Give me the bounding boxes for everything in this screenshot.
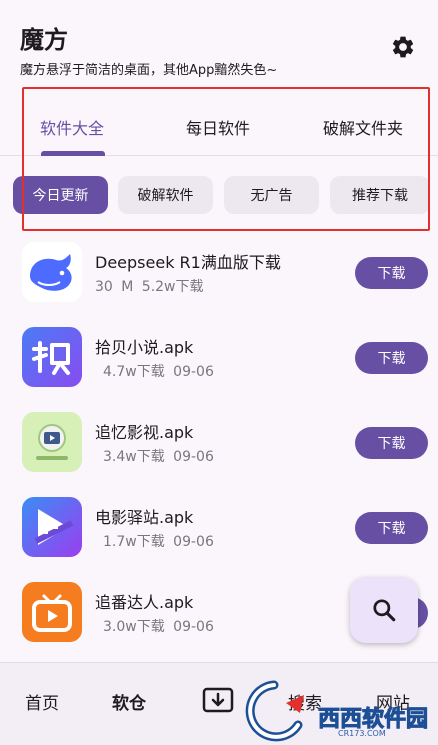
tab-indicator — [41, 151, 105, 156]
download-button[interactable]: 下载 — [355, 427, 428, 459]
list-item[interactable]: 拾贝小说.apk 4.7w下载 09-06 下载 — [0, 317, 438, 402]
search-icon — [373, 599, 396, 622]
tv-anime-icon — [22, 582, 82, 642]
app-meta: 1.7w下载 09-06 — [103, 534, 214, 550]
app-title: 魔方 — [20, 26, 68, 54]
download-button[interactable]: 下载 — [355, 342, 428, 374]
app-name: 追番达人.apk — [95, 593, 194, 612]
tab-crack-folder[interactable]: 破解文件夹 — [323, 115, 403, 139]
chip-cracked-software[interactable]: 破解软件 — [118, 176, 213, 214]
film-station-icon — [22, 497, 82, 557]
tab-software-all[interactable]: 软件大全 — [40, 115, 104, 139]
tab-bar: 软件大全 每日软件 破解文件夹 — [0, 100, 438, 156]
list-item[interactable]: Deepseek R1满血版下载 30 M 5.2w下载 下载 — [0, 232, 438, 317]
search-fab-button[interactable] — [350, 577, 418, 643]
app-meta: 4.7w下载 09-06 — [103, 364, 214, 380]
list-item[interactable]: 追忆影视.apk 3.4w下载 09-06 下载 — [0, 402, 438, 487]
app-meta: 3.4w下载 09-06 — [103, 449, 214, 465]
download-button[interactable]: 下载 — [355, 257, 428, 289]
app-meta: 30 M 5.2w下载 — [95, 279, 204, 295]
chip-today-update[interactable]: 今日更新 — [13, 176, 108, 214]
settings-button[interactable] — [388, 32, 418, 62]
watermark-logo: 西西软件园 CR173.COM — [228, 673, 438, 745]
chip-recommended[interactable]: 推荐下载 — [330, 176, 430, 214]
filter-chips: 今日更新 破解软件 无广告 推荐下载 — [0, 176, 438, 214]
list-item[interactable]: 电影驿站.apk 1.7w下载 09-06 下载 — [0, 487, 438, 572]
app-subtitle: 魔方悬浮于简洁的桌面，其他App黯然失色~ — [20, 63, 278, 78]
watermark-subtext: CR173.COM — [338, 729, 386, 738]
download-button[interactable]: 下载 — [355, 512, 428, 544]
app-name: 追忆影视.apk — [95, 423, 194, 442]
app-name: 电影驿站.apk — [95, 508, 194, 527]
nav-home[interactable]: 首页 — [25, 689, 59, 714]
tab-daily-software[interactable]: 每日软件 — [186, 115, 250, 139]
zhuiyi-video-icon — [22, 412, 82, 472]
deepseek-whale-icon — [22, 242, 82, 302]
app-meta: 3.0w下载 09-06 — [103, 619, 214, 635]
header: 魔方 魔方悬浮于简洁的桌面，其他App黯然失色~ — [0, 0, 438, 85]
shibei-novel-icon — [22, 327, 82, 387]
app-name: 拾贝小说.apk — [95, 338, 194, 357]
gear-icon — [392, 36, 414, 58]
nav-software-store[interactable]: 软仓 — [112, 689, 146, 714]
app-name: Deepseek R1满血版下载 — [95, 253, 281, 272]
chip-no-ads[interactable]: 无广告 — [224, 176, 319, 214]
